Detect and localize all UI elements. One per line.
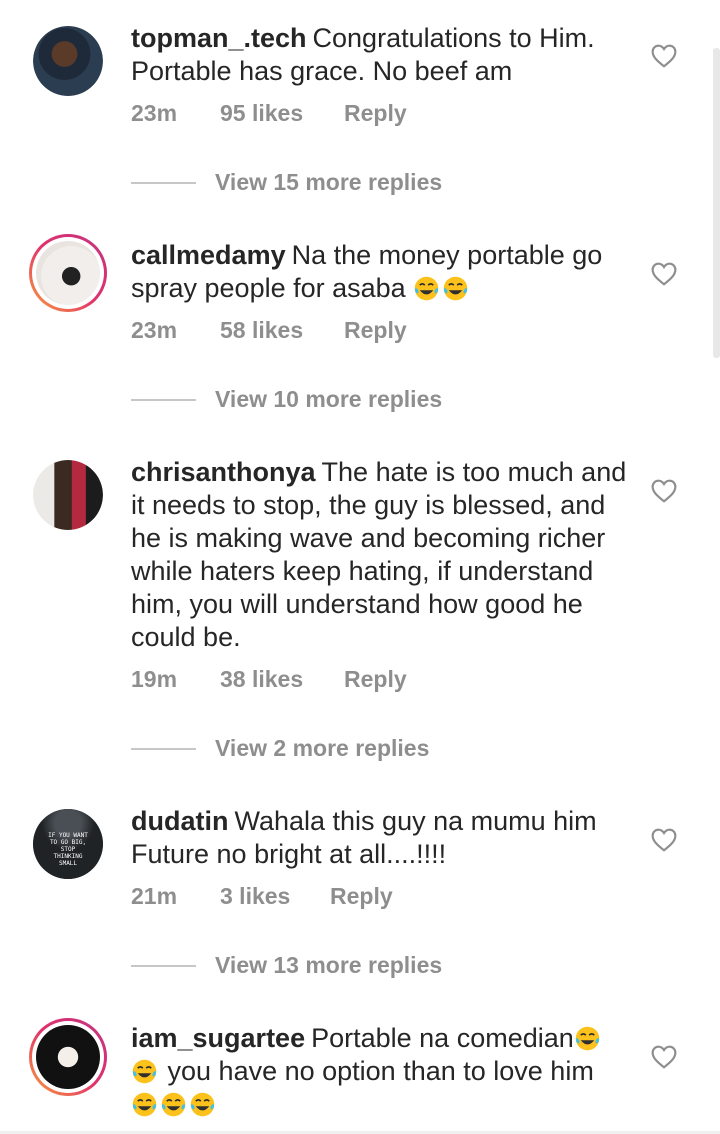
- avatar[interactable]: IF YOU WANT TO GO BIG, STOP THINKING SMA…: [33, 809, 103, 879]
- replies-divider: [131, 398, 196, 401]
- view-replies-label: View 10 more replies: [215, 386, 443, 412]
- face-with-tears-of-joy-icon: [443, 276, 468, 301]
- replies-divider: [131, 747, 196, 750]
- comment-body-line: Portable has grace. No beef am: [131, 56, 513, 86]
- comment-time: 23m: [131, 317, 178, 343]
- view-replies-label: View 2 more replies: [215, 735, 430, 761]
- comment-meta: 21m 3 likes Reply: [131, 883, 393, 910]
- face-with-tears-of-joy-icon: [132, 1059, 157, 1084]
- heart-icon[interactable]: [651, 262, 677, 286]
- avatar-caption: IF YOU WANT TO GO BIG, STOP THINKING SMA…: [48, 831, 88, 867]
- face-with-tears-of-joy-icon: [414, 276, 439, 301]
- comment-text: callmedamy Na the money portable go spray…: [131, 239, 631, 305]
- reply-button[interactable]: Reply: [344, 100, 407, 127]
- comment-time: 23m: [131, 100, 178, 126]
- comment-time: 21m: [131, 883, 178, 909]
- replies-divider: [131, 181, 196, 184]
- comment-text: topman_.tech Congratulations to Him. Port…: [131, 22, 631, 88]
- view-replies-button[interactable]: View 10 more replies: [131, 386, 442, 413]
- comment-meta: 23m 58 likes Reply: [131, 317, 407, 344]
- heart-icon[interactable]: [651, 479, 677, 503]
- comment-username[interactable]: callmedamy: [131, 240, 286, 270]
- comment-username[interactable]: topman_.tech: [131, 23, 307, 53]
- comment-username[interactable]: iam_sugartee: [131, 1023, 305, 1053]
- heart-icon[interactable]: [651, 1045, 677, 1069]
- comment-likes[interactable]: 58 likes: [220, 317, 344, 344]
- comment-meta: 19m 38 likes Reply: [131, 666, 407, 693]
- avatar[interactable]: [29, 234, 107, 312]
- comment-body-line: it needs to stop, the guy is blessed, an…: [131, 490, 606, 520]
- comment-likes[interactable]: 95 likes: [220, 100, 344, 127]
- face-with-tears-of-joy-icon: [575, 1026, 600, 1051]
- scrollbar[interactable]: [713, 48, 720, 358]
- comment-body: Congratulations to Him.: [312, 23, 595, 53]
- comment-body-line: him, you will understand how good he: [131, 589, 583, 619]
- reply-button[interactable]: Reply: [344, 666, 407, 693]
- comment-body-line: could be.: [131, 622, 241, 652]
- comment-body-line: he is making wave and becoming richer: [131, 523, 606, 553]
- heart-icon[interactable]: [651, 44, 677, 68]
- comment-likes[interactable]: 38 likes: [220, 666, 344, 693]
- comment-body-line: spray people for asaba: [131, 273, 406, 303]
- avatar[interactable]: [33, 460, 103, 530]
- comment-time: 19m: [131, 666, 178, 692]
- comment-body-line: Future no bright at all....!!!!: [131, 839, 447, 869]
- comment-username[interactable]: chrisanthonya: [131, 457, 316, 487]
- avatar[interactable]: [29, 1018, 107, 1096]
- reply-button[interactable]: Reply: [344, 317, 407, 344]
- replies-divider: [131, 964, 196, 967]
- view-replies-button[interactable]: View 13 more replies: [131, 952, 442, 979]
- comment-text: iam_sugartee Portable na comedian you hav…: [131, 1022, 631, 1121]
- comment-username[interactable]: dudatin: [131, 806, 228, 836]
- face-with-tears-of-joy-icon: [161, 1092, 186, 1117]
- reply-button[interactable]: Reply: [330, 883, 393, 910]
- comment-body: Portable na comedian: [311, 1023, 574, 1053]
- comment-body: Wahala this guy na mumu him: [234, 806, 597, 836]
- face-with-tears-of-joy-icon: [190, 1092, 215, 1117]
- face-with-tears-of-joy-icon: [132, 1092, 157, 1117]
- comment-body-line: while haters keep hating, if understand: [131, 556, 594, 586]
- view-replies-button[interactable]: View 2 more replies: [131, 735, 429, 762]
- comment-text: dudatin Wahala this guy na mumu him Futur…: [131, 805, 631, 871]
- view-replies-label: View 13 more replies: [215, 952, 443, 978]
- comment-body: The hate is too much and: [321, 457, 627, 487]
- comment-likes[interactable]: 3 likes: [220, 883, 330, 910]
- comment-body-line: you have no option than to love him: [167, 1056, 594, 1086]
- comment-text: chrisanthonya The hate is too much and it…: [131, 456, 631, 654]
- view-replies-label: View 15 more replies: [215, 169, 443, 195]
- heart-icon[interactable]: [651, 828, 677, 852]
- avatar[interactable]: [33, 26, 103, 96]
- comment-body: Na the money portable go: [291, 240, 603, 270]
- comment-meta: 23m 95 likes Reply: [131, 100, 407, 127]
- view-replies-button[interactable]: View 15 more replies: [131, 169, 442, 196]
